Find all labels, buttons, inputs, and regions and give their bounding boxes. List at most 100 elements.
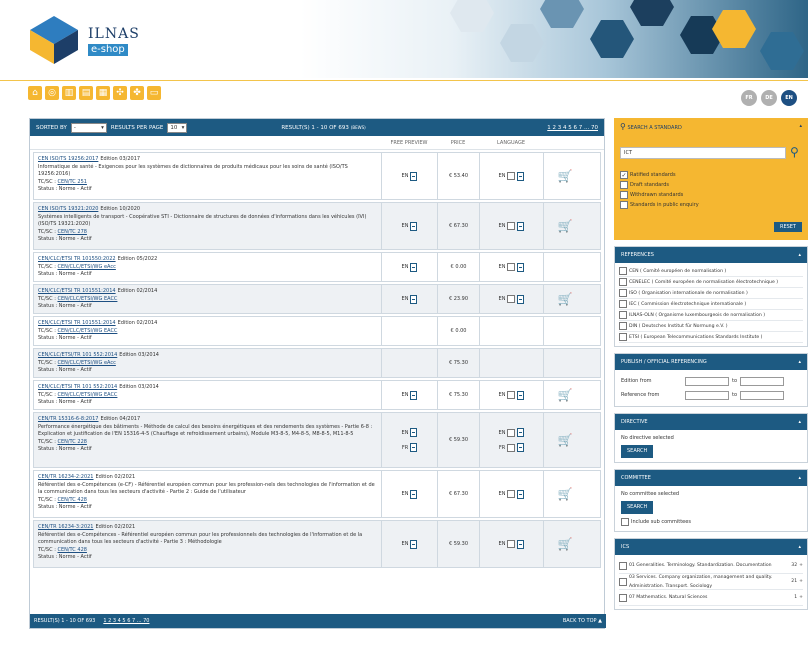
preview-link[interactable]: EN [402,171,418,181]
language-checkbox[interactable] [507,172,516,180]
language-checkbox[interactable] [507,490,516,498]
expand-plus-icon[interactable]: + [799,561,803,570]
standard-link[interactable]: CEN/CLC/ETSI TR 101551:2014 [38,320,116,326]
collapse-icon[interactable]: ▴ [798,544,801,550]
standard-link[interactable]: CEN ISO/TS 19321:2020 [38,206,98,212]
committee-link[interactable]: CEN/TC 428 [57,547,86,553]
document-icon[interactable]: ▤ [79,86,93,100]
search-input[interactable]: ICT [620,147,786,159]
language-checkbox[interactable] [507,391,516,399]
committee-link[interactable]: CEN/CLC/ETSI/WG eAcc [57,264,115,270]
collapse-icon[interactable]: ▴ [798,475,801,481]
edition-to-input[interactable] [740,376,785,386]
ilnas-logo-icon[interactable] [28,14,80,66]
collapse-icon[interactable]: ▴ [798,252,801,258]
pagination[interactable]: 1 2 3 4 5 6 7 ... 70 [547,125,598,131]
preview-link[interactable]: EN [402,390,418,400]
reference-to-input[interactable] [740,390,785,400]
search-submit-icon[interactable]: ⚲ [790,145,799,159]
search-option-checkbox[interactable] [620,191,628,199]
directive-search-button[interactable]: SEARCH [621,445,654,458]
add-to-cart-icon[interactable]: 🛒 [557,537,573,551]
pdf-icon[interactable] [410,390,418,400]
lang-fr-button[interactable]: FR [741,90,757,106]
globe-icon[interactable]: ◎ [45,86,59,100]
pdf-icon[interactable] [410,221,418,231]
add-to-cart-icon[interactable]: 🛒 [557,219,573,233]
search-option-checkbox[interactable]: ✓ [620,171,628,179]
language-checkbox[interactable] [507,540,516,548]
home-icon[interactable]: ⌂ [28,86,42,100]
standard-link[interactable]: CEN/TR 15316-6-8:2017 [38,416,98,422]
reference-checkbox[interactable] [619,311,627,319]
standard-link[interactable]: CEN/CLC/ETSI TR 101550:2022 [38,256,116,262]
add-to-cart-icon[interactable]: 🛒 [557,388,573,402]
ics-checkbox[interactable] [619,593,627,602]
language-checkbox[interactable] [507,295,516,303]
standard-link[interactable]: CEN/CLC/ETSI/TR 101 552:2014 [38,352,117,358]
language-checkbox[interactable] [507,263,516,271]
lang-en-button[interactable]: EN [781,90,797,106]
search-option-checkbox[interactable] [620,201,628,209]
reference-from-input[interactable] [685,390,729,400]
reference-checkbox[interactable] [619,267,627,275]
reference-checkbox[interactable] [619,289,627,297]
ics-checkbox[interactable] [619,577,627,586]
pdf-icon[interactable] [410,262,418,272]
pdf-icon[interactable] [410,539,418,549]
pdf-icon[interactable] [410,428,418,437]
reset-button[interactable]: RESET [773,222,802,232]
collapse-icon[interactable]: ▴ [798,359,801,365]
reference-checkbox[interactable] [619,300,627,308]
add-to-cart-icon[interactable]: 🛒 [557,292,573,306]
preview-link[interactable]: EN [402,262,418,272]
preview-link[interactable]: EN [402,221,418,231]
preview-link[interactable]: EN [402,428,418,437]
add-to-cart-icon[interactable]: 🛒 [557,169,573,183]
language-checkbox[interactable] [507,443,516,452]
building-icon[interactable]: ▥ [62,86,76,100]
expand-plus-icon[interactable]: + [799,593,803,602]
committee-link[interactable]: CEN/CLC/ETSI/WG EACC [57,328,117,334]
preview-link[interactable]: EN [402,294,418,304]
pdf-icon[interactable] [410,443,418,452]
network-icon[interactable]: ✣ [113,86,127,100]
reference-checkbox[interactable] [619,278,627,286]
standard-link[interactable]: CEN ISO/TS 19256:2017 [38,156,98,162]
pdf-icon[interactable] [410,171,418,181]
committee-link[interactable]: CEN/TC 278 [57,229,86,235]
factory-icon[interactable]: ▦ [96,86,110,100]
include-sub-checkbox[interactable] [621,518,629,526]
monitor-icon[interactable]: ▭ [147,86,161,100]
preview-link[interactable]: FR [402,443,418,452]
reference-checkbox[interactable] [619,322,627,330]
committee-link[interactable]: CEN/TC 428 [57,497,86,503]
back-to-top-link[interactable]: BACK TO TOP ▲ [563,618,602,624]
standard-link[interactable]: CEN/CLC/ETSI TR 101551:2014 [38,288,116,294]
add-to-cart-icon[interactable]: 🛒 [557,487,573,501]
committee-link[interactable]: CEN/TC 228 [57,439,86,445]
collapse-icon[interactable]: ▴ [798,419,801,425]
search-option-checkbox[interactable] [620,181,628,189]
standard-link[interactable]: CEN/TR 16234-3:2021 [38,524,94,530]
expand-plus-icon[interactable]: + [799,577,803,586]
people-icon[interactable]: ✤ [130,86,144,100]
committee-link[interactable]: CEN/CLC/ETSI/WG EACC [57,392,117,398]
per-page-select[interactable]: 10 ▾ [167,122,188,133]
preview-link[interactable]: EN [402,539,418,549]
standard-link[interactable]: CEN/TR 16234-2:2021 [38,474,94,480]
reference-checkbox[interactable] [619,333,627,341]
preview-link[interactable]: EN [402,489,418,499]
committee-search-button[interactable]: SEARCH [621,501,654,514]
committee-link[interactable]: CEN/CLC/ETSI/WG EACC [57,296,117,302]
footer-pagination[interactable]: 1 2 3 4 5 6 7 ... 70 [103,618,149,624]
edition-from-input[interactable] [685,376,729,386]
collapse-icon[interactable]: ▴ [799,123,802,129]
language-checkbox[interactable] [507,222,516,230]
standard-link[interactable]: CEN/CLC/ETSI TR 101 552:2014 [38,384,117,390]
language-checkbox[interactable] [507,428,516,437]
pdf-icon[interactable] [410,489,418,499]
ics-checkbox[interactable] [619,561,627,570]
lang-de-button[interactable]: DE [761,90,777,106]
add-to-cart-icon[interactable]: 🛒 [557,433,573,447]
